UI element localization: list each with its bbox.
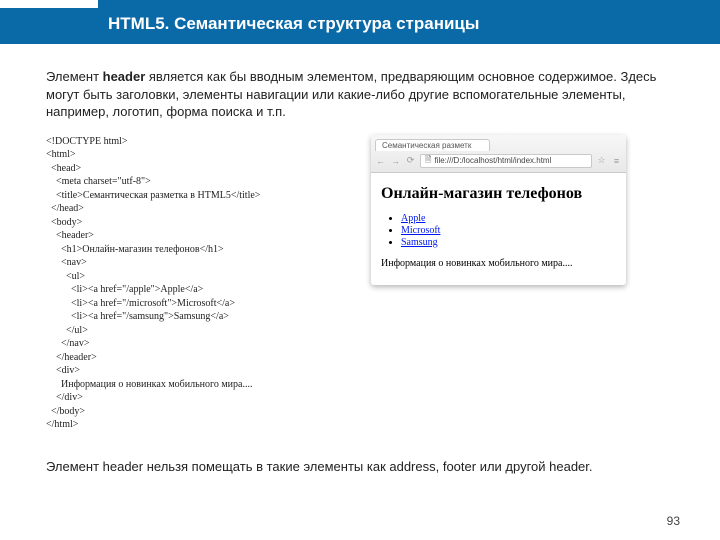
slide-title: HTML5. Семантическая структура страницы bbox=[108, 14, 479, 34]
link-apple[interactable]: Apple bbox=[401, 213, 616, 224]
page-number: 93 bbox=[667, 514, 680, 528]
rendered-paragraph: Информация о новинках мобильного мира...… bbox=[381, 258, 616, 269]
menu-icon[interactable]: ≡ bbox=[611, 155, 622, 166]
code-listing: <!DOCTYPE html> <html> <head> <meta char… bbox=[46, 135, 346, 432]
intro-prefix: Элемент bbox=[46, 69, 103, 84]
title-banner: HTML5. Семантическая структура страницы bbox=[0, 0, 720, 54]
banner-notch bbox=[0, 0, 98, 8]
reload-icon[interactable]: ⟳ bbox=[405, 155, 416, 166]
rendered-nav-list: Apple Microsoft Samsung bbox=[387, 213, 616, 248]
tab-title: Семантическая разметк bbox=[382, 141, 471, 150]
tabs-row: Семантическая разметк bbox=[375, 137, 622, 151]
outro-paragraph: Элемент header нельзя помещать в такие э… bbox=[46, 458, 674, 476]
link-microsoft[interactable]: Microsoft bbox=[401, 225, 616, 236]
intro-paragraph: Элемент header является как бы вводным э… bbox=[46, 68, 674, 121]
document-icon: 🗎 bbox=[425, 154, 431, 168]
rendered-page: Онлайн-магазин телефонов Apple Microsoft… bbox=[371, 173, 626, 285]
browser-tab[interactable]: Семантическая разметк bbox=[375, 139, 490, 151]
url-text: file:///D:/localhost/html/index.html bbox=[434, 156, 551, 165]
browser-chrome: Семантическая разметк ← → ⟳ 🗎 file:///D:… bbox=[371, 135, 626, 173]
banner-stripe bbox=[98, 0, 720, 8]
star-icon[interactable]: ☆ bbox=[596, 155, 607, 166]
browser-window: Семантическая разметк ← → ⟳ 🗎 file:///D:… bbox=[371, 135, 626, 285]
intro-bold: header bbox=[103, 69, 146, 84]
link-samsung[interactable]: Samsung bbox=[401, 237, 616, 248]
rendered-heading: Онлайн-магазин телефонов bbox=[381, 185, 616, 203]
forward-icon[interactable]: → bbox=[390, 155, 401, 166]
address-bar[interactable]: 🗎 file:///D:/localhost/html/index.html bbox=[420, 154, 592, 168]
back-icon[interactable]: ← bbox=[375, 155, 386, 166]
